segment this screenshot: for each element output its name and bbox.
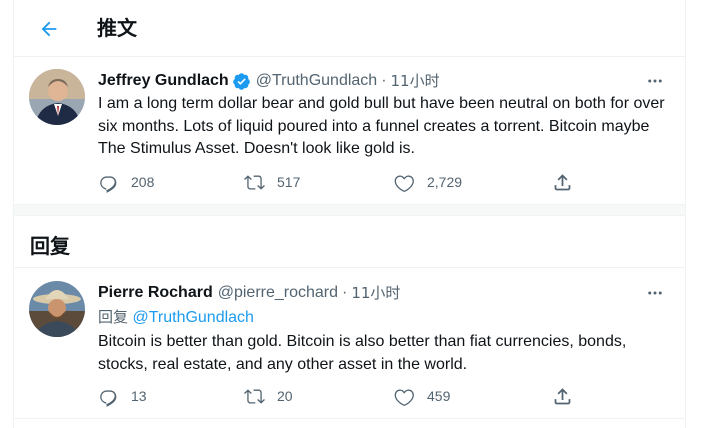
profile-photo-jeffrey xyxy=(29,69,85,125)
share-button[interactable] xyxy=(552,384,573,408)
back-button[interactable] xyxy=(33,13,65,45)
replying-to-link[interactable]: @TruthGundlach xyxy=(132,309,253,326)
retweet-button[interactable]: 20 xyxy=(244,384,293,408)
reply-button[interactable]: 208 xyxy=(98,170,154,194)
heart-icon xyxy=(394,388,414,406)
tweet-text: I am a long term dollar bear and gold bu… xyxy=(98,95,665,157)
reply-count: 13 xyxy=(131,388,147,404)
reply-button[interactable]: 13 xyxy=(98,384,147,408)
tweet-actions: 208 517 2,729 xyxy=(98,170,598,194)
page-title: 推文 xyxy=(97,16,137,40)
tweet-timestamp[interactable]: 11小时 xyxy=(391,71,440,91)
reply-icon xyxy=(100,389,117,407)
retweet-count: 20 xyxy=(277,388,293,404)
tweet-timestamp[interactable]: 11小时 xyxy=(351,283,400,303)
author-name[interactable]: Pierre Rochard xyxy=(98,283,213,303)
like-button[interactable]: 2,729 xyxy=(394,170,462,194)
tweet-meta: Pierre Rochard @pierre_rochard · 11小时 xyxy=(98,283,400,303)
reply-count: 208 xyxy=(131,174,155,190)
tweet-meta: Jeffrey Gundlach @TruthGundlach · 11小时 xyxy=(98,71,440,91)
replying-label: 回复 xyxy=(98,308,129,326)
timeline-column: 推文 Jeffrey Gundlach @TruthGundlach · 11小… xyxy=(13,0,686,428)
like-count: 2,729 xyxy=(427,174,463,190)
more-options-button[interactable] xyxy=(641,283,669,303)
retweet-button[interactable]: 517 xyxy=(244,170,300,194)
bottom-separator xyxy=(14,418,685,419)
reply-icon xyxy=(100,175,117,193)
more-dots-icon xyxy=(648,291,662,295)
author-handle[interactable]: @TruthGundlach xyxy=(256,71,377,91)
author-handle[interactable]: @pierre_rochard xyxy=(218,283,338,303)
tweet-actions: 13 20 459 xyxy=(98,384,598,408)
section-divider xyxy=(14,204,685,216)
meta-separator: · xyxy=(381,72,387,89)
more-options-button[interactable] xyxy=(641,71,669,91)
reply-tweet[interactable]: Pierre Rochard @pierre_rochard · 11小时 回复… xyxy=(14,268,685,418)
page-header: 推文 xyxy=(14,0,685,57)
avatar[interactable] xyxy=(29,281,85,337)
more-dots-icon xyxy=(648,79,662,83)
like-count: 459 xyxy=(427,388,451,404)
share-icon xyxy=(554,173,571,190)
like-button[interactable]: 459 xyxy=(394,384,450,408)
main-tweet[interactable]: Jeffrey Gundlach @TruthGundlach · 11小时 I… xyxy=(14,58,685,204)
profile-photo-pierre xyxy=(29,281,85,337)
author-name[interactable]: Jeffrey Gundlach xyxy=(98,71,229,91)
replying-to: 回复 @TruthGundlach xyxy=(98,307,254,328)
share-icon xyxy=(554,387,571,404)
retweet-count: 517 xyxy=(277,174,301,190)
share-button[interactable] xyxy=(552,170,573,194)
arrow-left-icon xyxy=(41,21,57,37)
meta-separator: · xyxy=(342,284,348,301)
retweet-icon xyxy=(244,174,265,190)
tweet-text: Bitcoin is better than gold. Bitcoin is … xyxy=(98,333,627,373)
verified-badge-icon xyxy=(232,72,250,90)
replies-heading: 回复 xyxy=(30,234,70,258)
avatar[interactable] xyxy=(29,69,85,125)
retweet-icon xyxy=(244,388,265,404)
heart-icon xyxy=(394,174,414,192)
